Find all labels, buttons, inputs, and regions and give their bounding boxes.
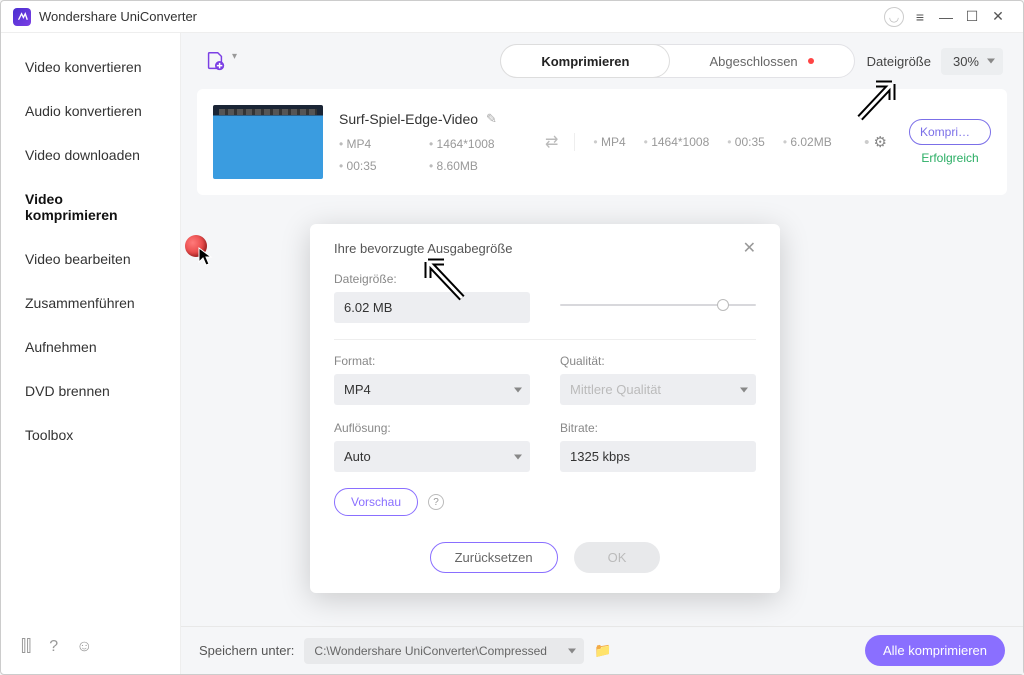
sidebar-item-video-edit[interactable]: Video bearbeiten <box>1 237 180 281</box>
minimize-button[interactable]: — <box>933 4 959 30</box>
convert-arrow-icon: ⇄ <box>545 132 558 152</box>
file-title-text: Surf-Spiel-Edge-Video <box>339 111 478 127</box>
status-tabs: Komprimieren Abgeschlossen <box>500 44 854 78</box>
open-folder-icon[interactable]: 📁 <box>594 642 611 659</box>
dlg-filesize-label: Dateigröße: <box>334 272 530 286</box>
dlg-bitrate-input[interactable]: 1325 kbps <box>560 441 756 472</box>
annotation-cursor-icon <box>198 247 214 272</box>
sidebar-item-toolbox[interactable]: Toolbox <box>1 413 180 457</box>
preview-help-icon[interactable]: ? <box>428 494 444 510</box>
compress-button[interactable]: Komprimier... <box>909 119 991 145</box>
footer-bar: Speichern unter: C:\Wondershare UniConve… <box>181 626 1023 674</box>
guide-icon[interactable]: ⫿⫿ <box>21 638 31 656</box>
in-size: 8.60MB <box>429 159 529 173</box>
sidebar-item-video-compress[interactable]: Video komprimieren <box>1 177 180 237</box>
compress-all-button[interactable]: Alle komprimieren <box>865 635 1005 666</box>
tab-compressing[interactable]: Komprimieren <box>501 45 669 77</box>
ok-button[interactable]: OK <box>574 542 661 573</box>
out-duration: 00:35 <box>727 135 765 149</box>
toolbar-right: Dateigröße 30% <box>867 48 1003 75</box>
output-size-dialog: Ihre bevorzugte Ausgabegröße ✕ Dateigröß… <box>310 224 780 593</box>
dlg-bitrate-label: Bitrate: <box>560 421 756 435</box>
dialog-header: Ihre bevorzugte Ausgabegröße ✕ <box>334 238 756 258</box>
filesize-select[interactable]: 30% <box>941 48 1003 75</box>
toolbar: ▾ Komprimieren Abgeschlossen Dateigröße … <box>181 33 1023 89</box>
save-path-select[interactable]: C:\Wondershare UniConverter\Compressed <box>304 638 584 664</box>
sidebar-item-video-download[interactable]: Video downloaden <box>1 133 180 177</box>
notification-dot-icon <box>808 58 814 64</box>
status-success: Erfolgreich <box>921 151 978 165</box>
dialog-title: Ihre bevorzugte Ausgabegröße <box>334 241 743 256</box>
account-icon[interactable]: ◡ <box>881 4 907 30</box>
reset-button[interactable]: Zurücksetzen <box>430 542 558 573</box>
edit-title-icon[interactable]: ✎ <box>486 111 497 127</box>
dlg-size-slider-wrap <box>560 272 756 323</box>
dlg-format-label: Format: <box>334 354 530 368</box>
help-icon[interactable]: ? <box>49 638 58 656</box>
preview-button[interactable]: Vorschau <box>334 488 418 516</box>
dlg-quality-label: Qualität: <box>560 354 756 368</box>
file-actions: Komprimier... Erfolgreich <box>909 119 991 165</box>
titlebar: Wondershare UniConverter ◡ ≡ — ☐ ✕ <box>1 1 1023 33</box>
sidebar-item-dvd-burn[interactable]: DVD brennen <box>1 369 180 413</box>
file-title: Surf-Spiel-Edge-Video ✎ <box>339 111 529 127</box>
in-duration: 00:35 <box>339 159 411 173</box>
in-resolution: 1464*1008 <box>429 137 529 151</box>
in-format: MP4 <box>339 137 411 151</box>
out-format: MP4 <box>593 135 625 149</box>
file-input-specs: MP4 1464*1008 00:35 8.60MB <box>339 137 529 173</box>
dlg-format-select[interactable]: MP4 <box>334 374 530 405</box>
dialog-close-icon[interactable]: ✕ <box>743 238 756 258</box>
dlg-filesize-input[interactable]: 6.02 MB <box>334 292 530 323</box>
sidebar-item-merge[interactable]: Zusammenführen <box>1 281 180 325</box>
tab-completed[interactable]: Abgeschlossen <box>669 45 853 77</box>
maximize-button[interactable]: ☐ <box>959 4 985 30</box>
sidebar-item-audio-convert[interactable]: Audio konvertieren <box>1 89 180 133</box>
app-title: Wondershare UniConverter <box>39 9 881 24</box>
out-size: 6.02MB <box>783 135 832 149</box>
filesize-label: Dateigröße <box>867 54 931 69</box>
dialog-divider <box>334 339 756 340</box>
dlg-resolution-select[interactable]: Auto <box>334 441 530 472</box>
app-logo-icon <box>13 8 31 26</box>
sidebar-footer: ⫿⫿ ? ☺ <box>1 626 180 674</box>
sidebar-item-video-convert[interactable]: Video konvertieren <box>1 45 180 89</box>
close-button[interactable]: ✕ <box>985 4 1011 30</box>
add-file-button[interactable]: ▾ <box>201 47 229 75</box>
tab-completed-label: Abgeschlossen <box>709 54 797 69</box>
feedback-icon[interactable]: ☺ <box>76 638 92 656</box>
settings-gear-icon[interactable]: ⚙ <box>858 133 893 151</box>
dlg-quality-select[interactable]: Mittlere Qualität <box>560 374 756 405</box>
menu-icon[interactable]: ≡ <box>907 4 933 30</box>
video-thumbnail[interactable] <box>213 105 323 179</box>
sidebar: Video konvertieren Audio konvertieren Vi… <box>1 33 181 674</box>
out-resolution: 1464*1008 <box>644 135 710 149</box>
dlg-resolution-label: Auflösung: <box>334 421 530 435</box>
slider-thumb-icon[interactable] <box>717 299 729 311</box>
sidebar-item-record[interactable]: Aufnehmen <box>1 325 180 369</box>
file-output-specs: MP4 1464*1008 00:35 6.02MB ⚙ <box>574 133 893 151</box>
dlg-size-slider[interactable] <box>560 304 756 306</box>
file-item-row: Surf-Spiel-Edge-Video ✎ MP4 1464*1008 00… <box>197 89 1007 195</box>
file-input-info: Surf-Spiel-Edge-Video ✎ MP4 1464*1008 00… <box>339 111 529 173</box>
save-path-label: Speichern unter: <box>199 643 294 658</box>
